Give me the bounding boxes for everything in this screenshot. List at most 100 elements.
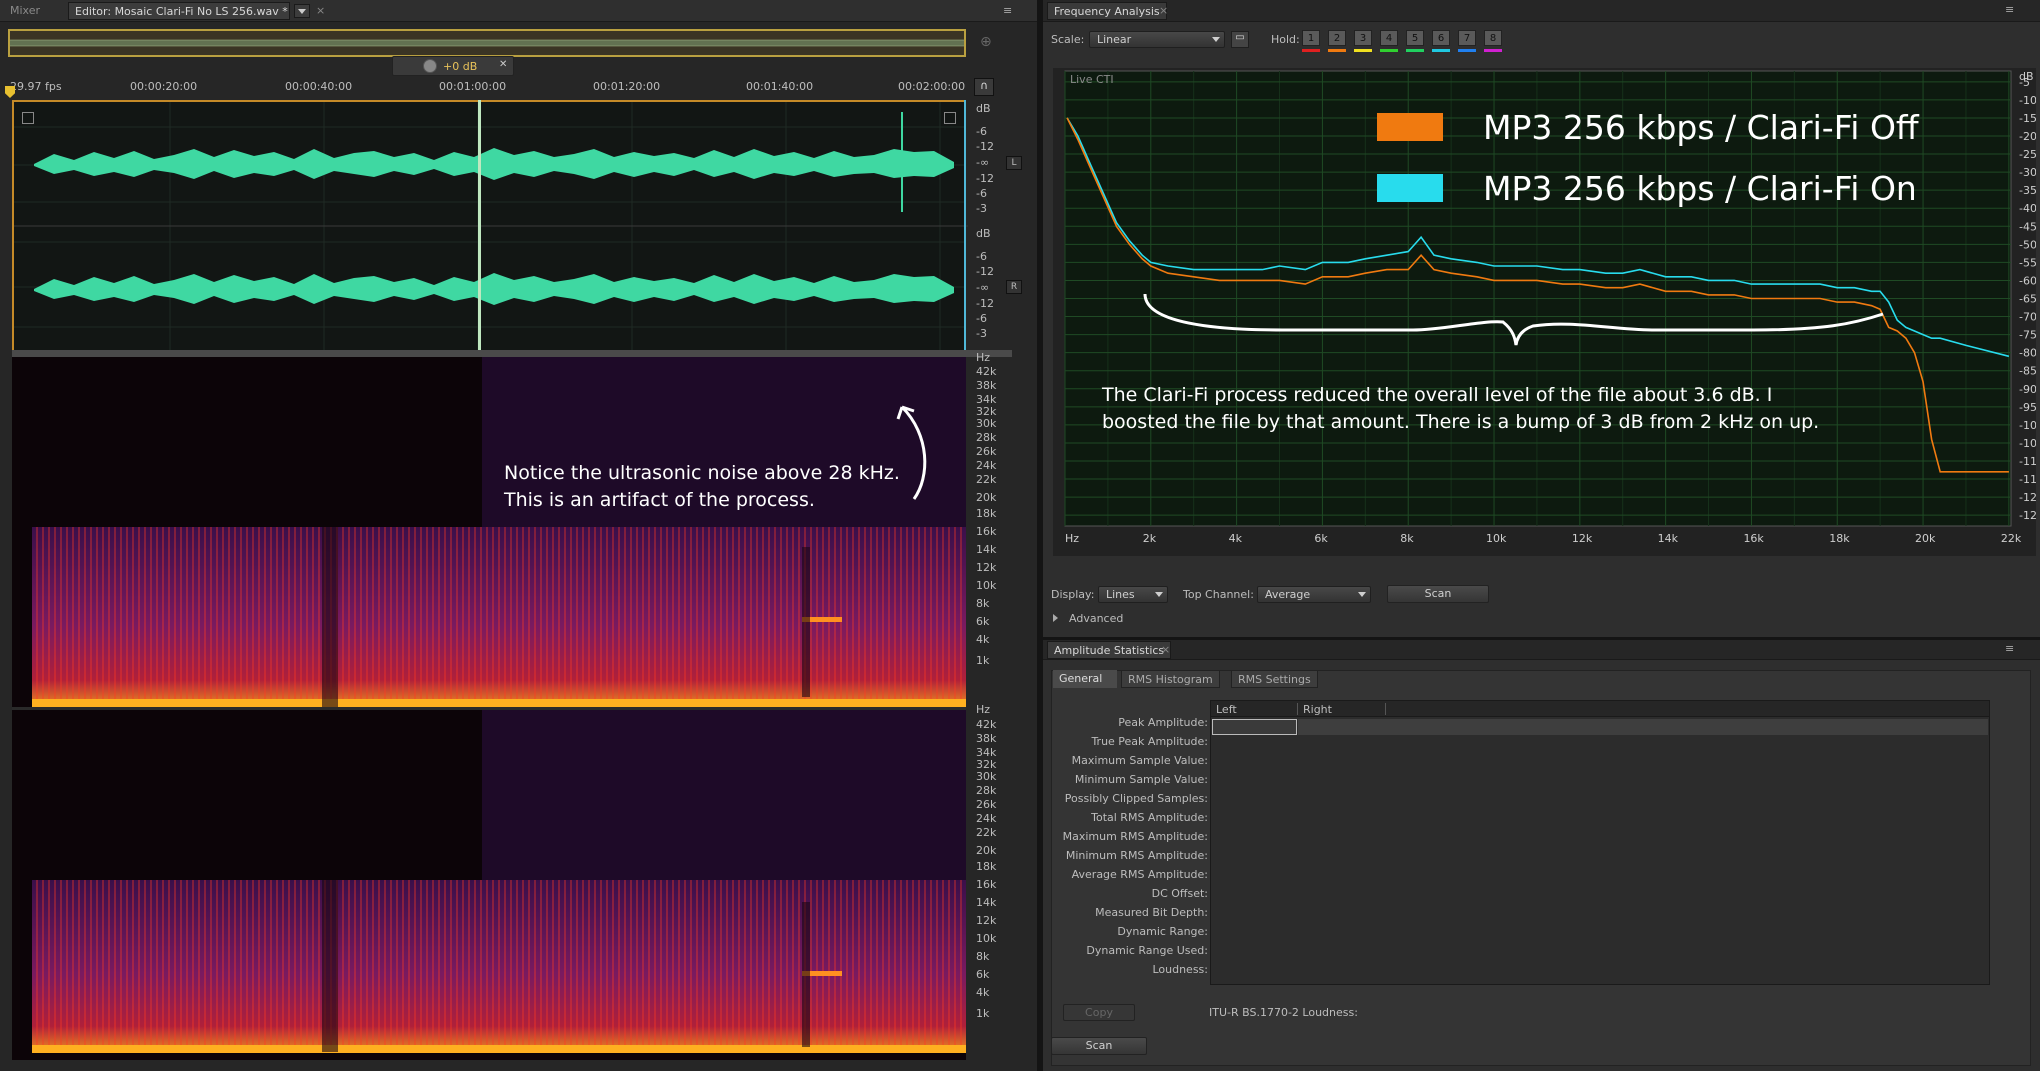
- spectral-scale-tick: 24k: [976, 459, 997, 472]
- hold-color-bar: [1458, 49, 1476, 52]
- stat-row-label: Maximum Sample Value:: [1071, 754, 1208, 767]
- zoom-icon[interactable]: ⊕: [980, 34, 992, 50]
- freq-tick-label: 8k: [1400, 532, 1414, 545]
- panel-menu-icon[interactable]: ≡: [2005, 642, 2014, 655]
- tab-close-icon[interactable]: ×: [316, 4, 325, 17]
- db-tick-label: -40: [2019, 202, 2036, 215]
- snapshot-icon[interactable]: ▭: [1231, 31, 1249, 48]
- db-tick-label: -35: [2019, 184, 2036, 197]
- db-label: dB: [976, 227, 991, 240]
- tab-amplitude-statistics[interactable]: Amplitude Statistics: [1047, 641, 1172, 659]
- spectral-scale-tick: 42k: [976, 365, 997, 378]
- note-line: The Clari-Fi process reduced the overall…: [1102, 384, 1773, 406]
- hold-button-8[interactable]: 8: [1484, 30, 1502, 46]
- spectral-scale-tick: 6k: [976, 968, 990, 981]
- overview-waveform: [10, 39, 964, 47]
- hud-icon[interactable]: [22, 112, 34, 124]
- spectral-annotation: Notice the ultrasonic noise above 28 kHz…: [504, 460, 900, 514]
- timeline-ruler[interactable]: 29.97 fps 00:00:20:00 00:00:40:00 00:01:…: [8, 76, 966, 98]
- stat-row-label: Loudness:: [1152, 963, 1208, 976]
- panel-menu-icon[interactable]: ≡: [2005, 3, 2014, 16]
- waveform-scale: dB -6 -12 -∞ -12 -6 -3 dB -6 -12 -∞ -12 …: [968, 100, 1034, 350]
- waveform-svg: [14, 102, 968, 352]
- headphone-icon[interactable]: ∩: [974, 78, 994, 96]
- amp-scan-button[interactable]: Scan: [1051, 1037, 1147, 1055]
- channel-left-button[interactable]: L: [1006, 156, 1022, 170]
- db-tick-label: -120: [2019, 491, 2036, 504]
- tab-close-icon[interactable]: ×: [1161, 643, 1170, 656]
- tab-mixer[interactable]: Mixer: [4, 2, 46, 20]
- row-highlight: [1298, 719, 1988, 735]
- freq-tab-bar: [1043, 0, 2040, 22]
- db-tick-label: -45: [2019, 220, 2036, 233]
- waveform-area[interactable]: [12, 100, 968, 352]
- legend-on-label: MP3 256 kbps / Clari-Fi On: [1483, 169, 1917, 208]
- advanced-toggle[interactable]: Advanced: [1069, 612, 1123, 625]
- scale-tick: -12: [976, 140, 994, 153]
- hud-icon[interactable]: [944, 112, 956, 124]
- tab-close-icon[interactable]: ×: [1159, 4, 1168, 17]
- scale-tick: -12: [976, 297, 994, 310]
- hold-button-1[interactable]: 1: [1302, 30, 1320, 46]
- tab-frequency-analysis[interactable]: Frequency Analysis: [1047, 2, 1167, 20]
- legend-on-swatch: [1377, 174, 1443, 202]
- spectral-scale-tick: 18k: [976, 860, 997, 873]
- hold-button-6[interactable]: 6: [1432, 30, 1450, 46]
- channel-right-button[interactable]: R: [1006, 280, 1022, 294]
- db-tick-label: -110: [2019, 455, 2036, 468]
- stat-row-label: Maximum RMS Amplitude:: [1062, 830, 1208, 843]
- top-channel-value: Average: [1265, 588, 1311, 601]
- hold-color-bar: [1432, 49, 1450, 52]
- spectral-scale-tick: 12k: [976, 561, 997, 574]
- spectral-scale-tick: 26k: [976, 798, 997, 811]
- volume-hud[interactable]: +0 dB ✕: [392, 56, 514, 76]
- spectral-scale-tick: 22k: [976, 826, 997, 839]
- spectral-scale-tick: 16k: [976, 878, 997, 891]
- tab-dropdown-icon[interactable]: [294, 4, 310, 18]
- spectral-scale-tick: 30k: [976, 417, 997, 430]
- volume-knob-icon[interactable]: [423, 59, 437, 73]
- selected-cell[interactable]: [1212, 719, 1297, 735]
- advanced-chevron-icon[interactable]: [1053, 614, 1058, 622]
- time-tick: 00:01:40:00: [746, 80, 814, 93]
- top-channel-dropdown[interactable]: Average: [1257, 586, 1371, 603]
- subtab-rms-settings[interactable]: RMS Settings: [1231, 670, 1318, 688]
- freq-tick-label: 10k: [1486, 532, 1507, 545]
- subtab-rms-histogram[interactable]: RMS Histogram: [1121, 670, 1220, 688]
- spectral-scale-tick: 28k: [976, 784, 997, 797]
- spectral-scale-tick: 1k: [976, 1007, 990, 1020]
- tab-editor[interactable]: Editor: Mosaic Clari-Fi No LS 256.wav *: [68, 2, 290, 20]
- graph-note: The Clari-Fi process reduced the overall…: [1102, 382, 1819, 436]
- overview-bar[interactable]: [8, 29, 966, 57]
- hold-color-bar: [1380, 49, 1398, 52]
- scale-label: Scale:: [1051, 33, 1085, 46]
- spectral-scale-tick: 10k: [976, 579, 997, 592]
- subtab-general[interactable]: General: [1053, 670, 1117, 688]
- stats-table: Left Right: [1210, 700, 1990, 985]
- scale-tick: -∞: [976, 281, 990, 294]
- spectral-scale-tick: 16k: [976, 525, 997, 538]
- pin-icon[interactable]: ✕: [499, 59, 507, 70]
- display-dropdown[interactable]: Lines: [1098, 586, 1168, 603]
- db-tick-label: -55: [2019, 256, 2036, 269]
- view-divider[interactable]: [12, 350, 1012, 357]
- db-tick-label: -20: [2019, 130, 2036, 143]
- hold-button-7[interactable]: 7: [1458, 30, 1476, 46]
- db-tick-label: -80: [2019, 347, 2036, 360]
- panel-menu-icon[interactable]: ≡: [1003, 4, 1012, 17]
- hold-button-2[interactable]: 2: [1328, 30, 1346, 46]
- freq-tick-label: 22k: [2001, 532, 2022, 545]
- amp-tab-bar: [1043, 640, 2040, 660]
- hold-button-3[interactable]: 3: [1354, 30, 1372, 46]
- spectral-scale-tick: 28k: [976, 431, 997, 444]
- db-tick-label: -125: [2019, 509, 2036, 522]
- stat-row-label: DC Offset:: [1151, 887, 1208, 900]
- stat-row-label: Minimum Sample Value:: [1074, 773, 1208, 786]
- hold-button-4[interactable]: 4: [1380, 30, 1398, 46]
- scan-button[interactable]: Scan: [1387, 585, 1489, 603]
- copy-button[interactable]: Copy: [1063, 1004, 1135, 1021]
- hold-button-5[interactable]: 5: [1406, 30, 1424, 46]
- scale-tick: -6: [976, 125, 987, 138]
- scale-dropdown[interactable]: Linear: [1089, 31, 1225, 48]
- db-tick-label: -85: [2019, 365, 2036, 378]
